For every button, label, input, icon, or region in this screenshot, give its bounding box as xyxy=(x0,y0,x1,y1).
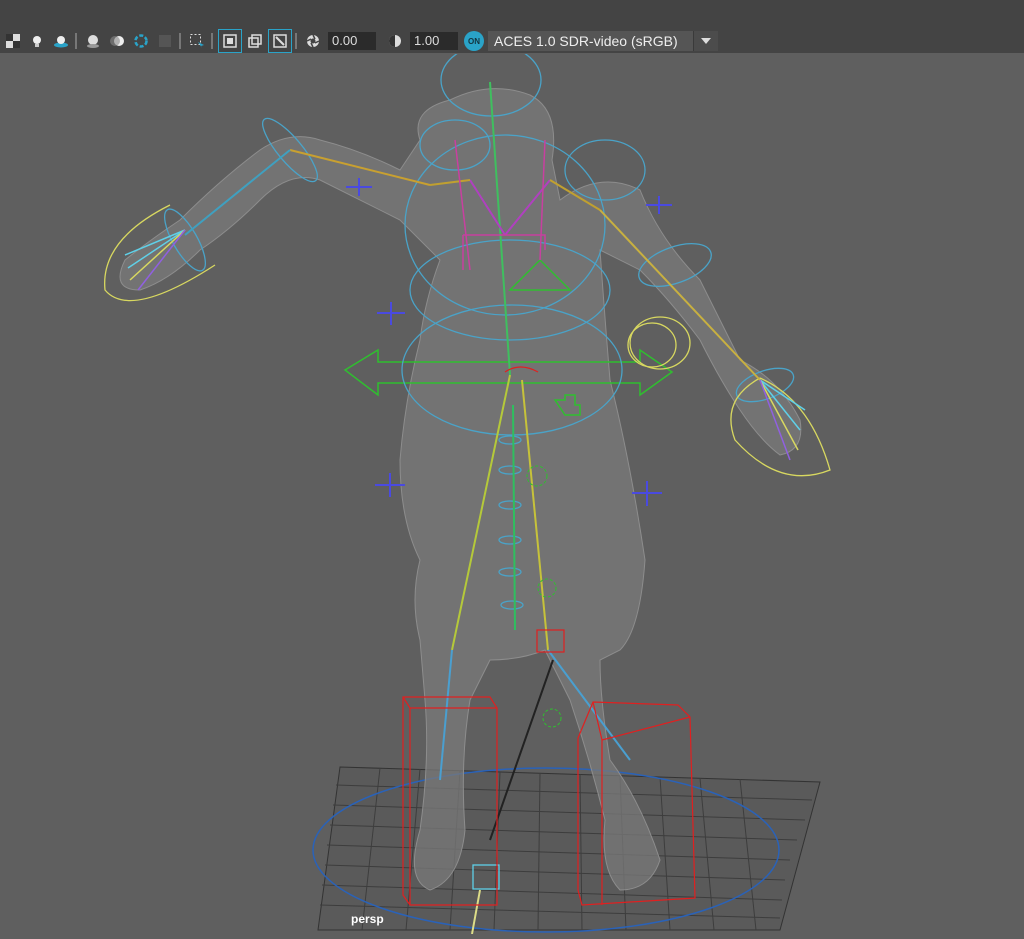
isolate-select-icon[interactable] xyxy=(218,29,242,53)
color-space-dropdown[interactable]: ACES 1.0 SDR-video (sRGB) xyxy=(488,31,718,51)
motion-blur-icon[interactable] xyxy=(106,30,128,52)
anti-alias-icon[interactable] xyxy=(130,30,152,52)
character-mesh xyxy=(119,88,802,891)
xray-icon[interactable] xyxy=(244,30,266,52)
ground-grid xyxy=(317,766,821,931)
shadow-icon[interactable] xyxy=(50,30,72,52)
xray-joints-icon[interactable] xyxy=(268,29,292,53)
scene-canvas xyxy=(104,43,831,935)
select-region-icon[interactable] xyxy=(186,30,208,52)
camera-name-label: persp xyxy=(351,912,384,926)
exposure-icon[interactable] xyxy=(302,30,324,52)
chevron-down-icon[interactable] xyxy=(693,31,718,51)
light-bulb-icon[interactable] xyxy=(26,30,48,52)
color-space-value: ACES 1.0 SDR-video (sRGB) xyxy=(494,33,678,49)
color-management-toggle[interactable]: ON xyxy=(464,31,484,51)
toolbar-separator xyxy=(179,33,181,49)
depth-of-field-icon[interactable] xyxy=(154,30,176,52)
gear-control-icon xyxy=(542,708,562,728)
ambient-occlusion-icon[interactable] xyxy=(82,30,104,52)
toolbar-separator xyxy=(211,33,213,49)
panel-menu-strip xyxy=(0,0,1024,30)
checker-icon[interactable] xyxy=(2,30,24,52)
exposure-field[interactable]: 0.00 xyxy=(328,32,376,50)
gamma-icon[interactable] xyxy=(384,30,406,52)
toolbar-separator xyxy=(295,33,297,49)
toolbar-separator xyxy=(75,33,77,49)
gamma-field[interactable]: 1.00 xyxy=(410,32,458,50)
viewport-toolbar: 0.00 1.00 ON ACES 1.0 SDR-video (sRGB) xyxy=(0,29,1024,53)
3d-viewport[interactable] xyxy=(0,43,1024,935)
